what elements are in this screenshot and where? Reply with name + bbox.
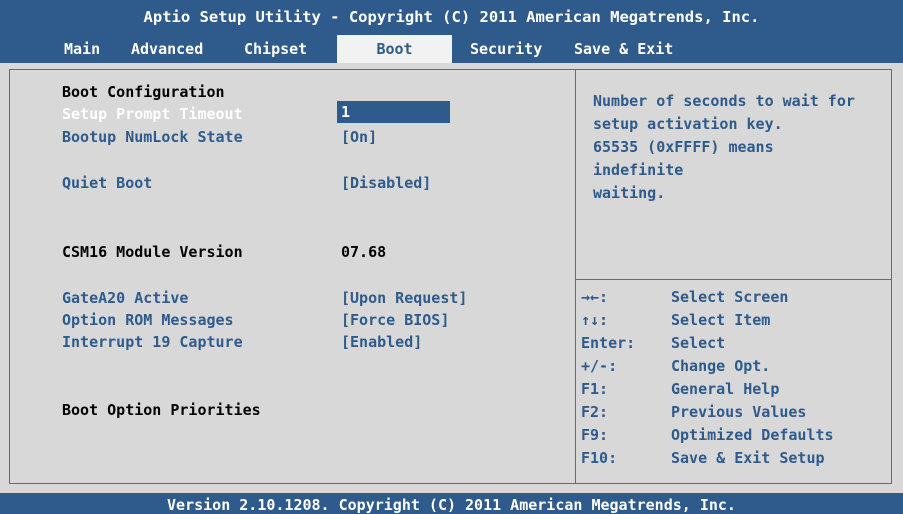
footer-text: Version 2.10.1208. Copyright (C) 2011 Am… (167, 496, 736, 514)
setup-prompt-timeout-label[interactable]: Setup Prompt Timeout (62, 104, 243, 124)
title-bar: Aptio Setup Utility - Copyright (C) 2011… (0, 0, 903, 35)
key-desc: Select Item (671, 311, 771, 329)
tab-main[interactable]: Main (64, 35, 100, 63)
help-text: Number of seconds to wait for setup acti… (593, 90, 893, 205)
key-desc: Select Screen (671, 288, 789, 306)
key-name: F10: (581, 449, 618, 467)
footer-bar: Version 2.10.1208. Copyright (C) 2011 Am… (0, 493, 903, 514)
interrupt19-value[interactable]: [Enabled] (341, 332, 422, 352)
gatea20-value[interactable]: [Upon Request] (341, 288, 467, 308)
help-line: 65535 (0xFFFF) means (593, 138, 774, 156)
key-name: F2: (581, 403, 609, 421)
help-line: indefinite (593, 161, 684, 179)
arrows-ud-icon: ↑↓: (581, 311, 609, 329)
key-desc: Change Opt. (671, 357, 771, 375)
tab-chipset[interactable]: Chipset (244, 35, 307, 63)
interrupt19-label[interactable]: Interrupt 19 Capture (62, 332, 243, 352)
help-divider (576, 279, 892, 280)
csm16-value: 07.68 (341, 243, 387, 261)
key-name: F1: (581, 380, 609, 398)
key-desc: Optimized Defaults (671, 426, 834, 444)
key-name: F9: (581, 426, 609, 444)
tab-security[interactable]: Security (470, 35, 542, 63)
help-line: Number of seconds to wait for (593, 92, 855, 110)
setup-prompt-timeout-value[interactable]: 1 (337, 101, 450, 123)
key-desc: Select (671, 334, 726, 352)
key-desc: General Help (671, 380, 780, 398)
tab-save-exit[interactable]: Save & Exit (574, 35, 673, 63)
boot-configuration-heading: Boot Configuration (62, 83, 225, 101)
quiet-boot-value[interactable]: [Disabled] (341, 173, 431, 193)
option-rom-value[interactable]: [Force BIOS] (341, 310, 449, 330)
option-rom-label[interactable]: Option ROM Messages (62, 310, 234, 330)
quiet-boot-label[interactable]: Quiet Boot (62, 173, 152, 193)
bootup-numlock-value[interactable]: [On] (341, 127, 377, 147)
bootup-numlock-label[interactable]: Bootup NumLock State (62, 127, 243, 147)
app-title: Aptio Setup Utility - Copyright (C) 2011… (143, 8, 760, 26)
help-line: waiting. (593, 184, 666, 202)
arrows-lr-icon: →←: (581, 288, 609, 306)
column-divider (575, 69, 576, 484)
boot-option-priorities-heading: Boot Option Priorities (62, 401, 261, 419)
tab-bar: Main Advanced Chipset Boot Security Save… (0, 35, 903, 63)
csm16-label: CSM16 Module Version (62, 243, 243, 261)
key-desc: Save & Exit Setup (671, 449, 825, 467)
key-desc: Previous Values (671, 403, 807, 421)
key-name: +/-: (581, 357, 618, 375)
tab-advanced[interactable]: Advanced (131, 35, 203, 63)
gatea20-label[interactable]: GateA20 Active (62, 288, 188, 308)
tab-boot[interactable]: Boot (337, 35, 452, 63)
help-line: setup activation key. (593, 115, 783, 133)
key-name: Enter: (581, 334, 636, 352)
